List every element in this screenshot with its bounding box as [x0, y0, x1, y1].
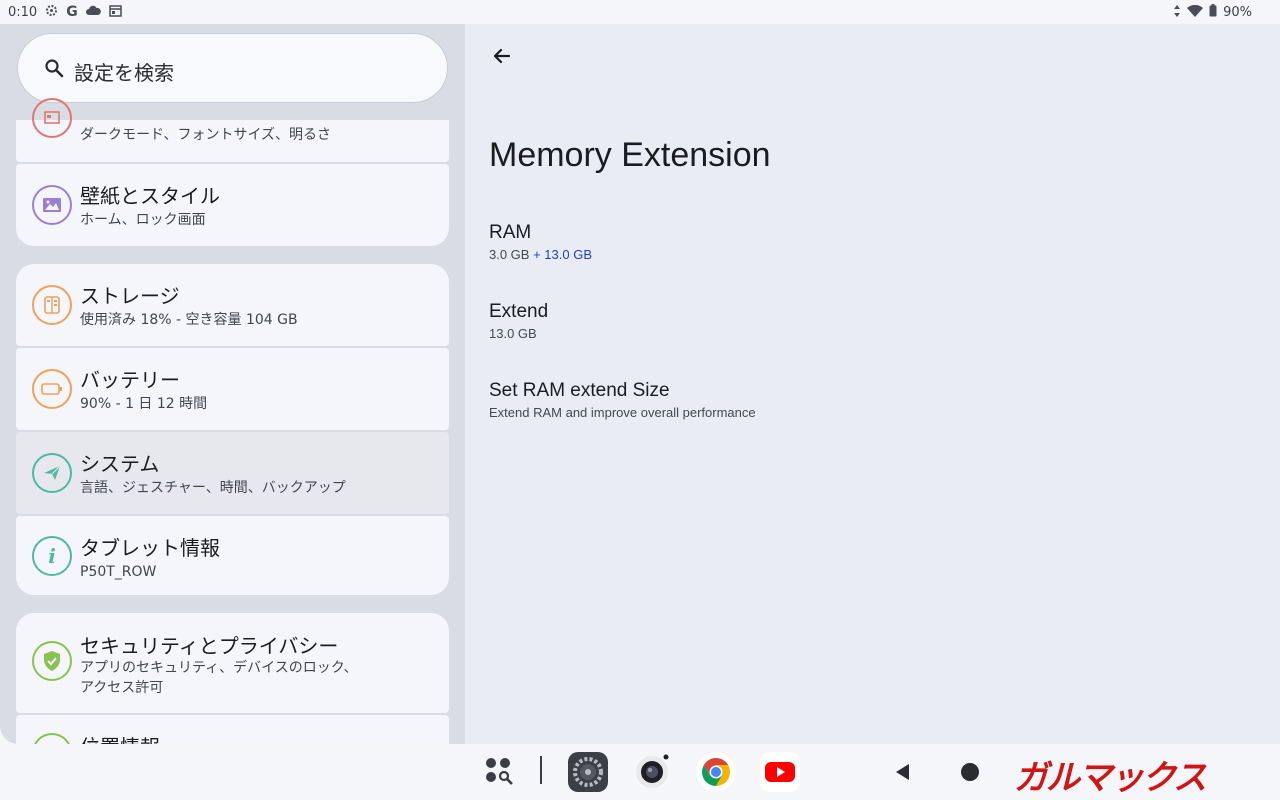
- detail-pane: Memory Extension RAM 3.0 GB + 13.0 GB Ex…: [465, 24, 1280, 744]
- image-icon: [32, 185, 72, 225]
- settings-list-pane: 設定を検索 ダークモード、フォントサイズ、明るさ 壁紙とスタイル ホーム、ロック…: [0, 24, 465, 744]
- app-drawer-icon[interactable]: [484, 756, 516, 788]
- extend-item[interactable]: Extend 13.0 GB: [489, 301, 548, 341]
- settings-item-security[interactable]: セキュリティとプライバシー アプリのセキュリティ、デバイスのロック、 アクセス許…: [16, 613, 449, 713]
- calendar-icon: [108, 4, 122, 20]
- settings-item-title: 壁紙とスタイル: [80, 184, 220, 208]
- display-icon: [32, 98, 72, 138]
- settings-item-location[interactable]: 位置情報: [16, 715, 449, 744]
- settings-item-wallpaper[interactable]: 壁紙とスタイル ホーム、ロック画面: [16, 164, 449, 246]
- settings-item-title: ストレージ: [80, 284, 180, 308]
- settings-item-subtitle: ダークモード、フォントサイズ、明るさ: [80, 127, 332, 143]
- page-title: Memory Extension: [489, 136, 771, 174]
- settings-item-subtitle: ホーム、ロック画面: [80, 212, 206, 228]
- shield-check-icon: [32, 641, 72, 681]
- data-arrows-icon: [1173, 4, 1181, 20]
- chrome-app-icon[interactable]: [696, 752, 736, 792]
- settings-item-subtitle: 使用済み 18% - 空き容量 104 GB: [80, 312, 298, 328]
- settings-item-title: 位置情報: [80, 731, 160, 744]
- settings-item-subtitle-line1: アプリのセキュリティ、デバイスのロック、: [80, 660, 358, 676]
- nav-home-icon[interactable]: [961, 763, 979, 781]
- settings-item-tablet-info[interactable]: i タブレット情報 P50T_ROW: [16, 516, 449, 595]
- cloud-icon: [85, 5, 101, 19]
- battery-icon: [32, 369, 72, 409]
- settings-item-storage[interactable]: ストレージ 使用済み 18% - 空き容量 104 GB: [16, 264, 449, 346]
- settings-item-title: セキュリティとプライバシー: [80, 634, 339, 658]
- item-value: 3.0 GB + 13.0 GB: [489, 247, 592, 262]
- google-icon: G: [66, 4, 78, 20]
- gear-icon: [45, 4, 58, 20]
- settings-item-subtitle: 言語、ジェスチャー、時間、バックアップ: [80, 480, 346, 496]
- settings-item-title: タブレット情報: [80, 536, 220, 560]
- status-bar: 0:10 G 90%: [0, 0, 1280, 24]
- storage-icon: [32, 285, 72, 325]
- search-placeholder: 設定を検索: [74, 61, 174, 85]
- watermark-logo: ガルマックス: [1014, 758, 1207, 798]
- clock: 0:10: [8, 4, 38, 20]
- ram-extra-value: + 13.0 GB: [533, 247, 592, 262]
- search-icon: [45, 59, 64, 78]
- youtube-app-icon[interactable]: [760, 752, 800, 792]
- back-arrow-icon[interactable]: [487, 42, 515, 70]
- ram-item[interactable]: RAM 3.0 GB + 13.0 GB: [489, 222, 592, 262]
- settings-item-subtitle: 90% - 1 日 12 時間: [80, 396, 208, 412]
- nav-back-icon[interactable]: [893, 762, 913, 786]
- battery-icon: [1209, 4, 1217, 20]
- settings-item-title: システム: [80, 452, 160, 476]
- settings-app-icon[interactable]: [568, 752, 608, 792]
- battery-percent: 90%: [1223, 4, 1252, 20]
- ram-base-value: 3.0 GB: [489, 247, 530, 262]
- info-icon: i: [32, 536, 72, 576]
- taskbar-divider: [540, 756, 542, 784]
- settings-item-system[interactable]: システム 言語、ジェスチャー、時間、バックアップ: [16, 432, 449, 514]
- item-value: 13.0 GB: [489, 326, 537, 341]
- settings-item-display[interactable]: ダークモード、フォントサイズ、明るさ: [16, 98, 449, 162]
- wifi-icon: [1187, 4, 1204, 20]
- settings-item-title: バッテリー: [80, 368, 180, 392]
- search-bar[interactable]: 設定を検索: [17, 33, 448, 103]
- item-label: Extend: [489, 301, 549, 322]
- item-label: RAM: [489, 222, 532, 243]
- set-ram-extend-size-item[interactable]: Set RAM extend Size Extend RAM and impro…: [489, 380, 756, 420]
- paper-plane-icon: [32, 453, 72, 493]
- settings-item-battery[interactable]: バッテリー 90% - 1 日 12 時間: [16, 348, 449, 430]
- taskbar: ガルマックス: [0, 744, 1280, 800]
- location-icon: [32, 733, 72, 744]
- item-value: Extend RAM and improve overall performan…: [489, 405, 756, 420]
- settings-item-subtitle: P50T_ROW: [80, 564, 157, 580]
- item-label: Set RAM extend Size: [489, 380, 670, 401]
- camera-app-icon[interactable]: [632, 752, 672, 792]
- settings-item-subtitle-line2: アクセス許可: [80, 680, 164, 696]
